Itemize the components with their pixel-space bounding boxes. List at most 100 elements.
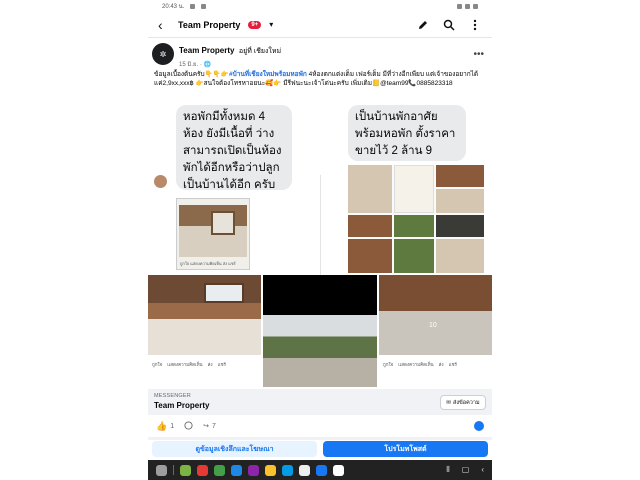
reactions-bar: 👍 1 ↪ 7 (148, 415, 492, 437)
post-location[interactable]: อยู่ที่ เชียงใหม่ (239, 48, 281, 55)
messenger-cta: MESSENGER Team Property ✉ ส่งข้อความ (148, 389, 492, 417)
chrome-icon[interactable] (299, 464, 310, 476)
caption-comment: แสดงความคิดเห็น (398, 362, 434, 367)
photo-grid (348, 165, 484, 273)
path-photo (263, 275, 377, 387)
app-icon[interactable] (180, 464, 191, 476)
caption-like: ถูกใจ (383, 362, 394, 367)
photo-thumb (436, 215, 484, 237)
dining-room-image (379, 275, 492, 355)
notification-icon (190, 3, 196, 9)
send-message-button[interactable]: ✉ ส่งข้อความ (440, 395, 486, 410)
facebook-icon[interactable] (316, 464, 327, 476)
photo-caption: ถูกใจ แสดงความคิดเห็น ส่ง แชร์ (180, 261, 236, 266)
more-options-icon[interactable]: ••• (473, 49, 488, 60)
share-count: 7 (212, 422, 216, 430)
post-author[interactable]: Team Property (179, 46, 234, 55)
app-icon[interactable] (248, 464, 259, 476)
audience-icon[interactable] (474, 421, 484, 431)
maps-icon[interactable] (333, 464, 344, 476)
bedroom-photo: ถูกใจ แสดงความคิดเห็น ส่ง แชร์ (148, 275, 261, 387)
avatar (154, 175, 167, 188)
photo-thumb (348, 165, 392, 213)
view-insights-button[interactable]: ดูข้อมูลเชิงลึกและโฆษณา (152, 441, 317, 457)
boost-post-button[interactable]: โปรโมทโพสต์ (323, 441, 488, 457)
caption-send: ส่ง (207, 362, 213, 367)
room-photo: ถูกใจ แสดงความคิดเห็น ส่ง แชร์ (176, 198, 250, 270)
battery-icon (473, 3, 478, 9)
photo-thumb (436, 165, 484, 187)
app-icon[interactable] (282, 464, 293, 476)
photo-number: 10 (429, 322, 437, 329)
photo-thumb (348, 239, 392, 273)
post-text-intro: ข้อมูลเบื้องต้นครับ👇👇👉 (154, 71, 229, 78)
messenger-label: MESSENGER (154, 393, 191, 399)
home-icon[interactable]: ▢ (462, 465, 470, 475)
photo-thumb (436, 189, 484, 213)
like-group[interactable]: 👍 1 (156, 421, 174, 432)
photo-thumb (394, 239, 434, 273)
caption-share: แชร์ (448, 362, 457, 367)
divider (173, 465, 174, 475)
screen: 20:43 น. ‹ Team Property 9+ ▾ ✲ Team Pro… (0, 0, 640, 480)
comment-group[interactable] (184, 420, 193, 432)
photo-thumb (436, 239, 484, 273)
photo-caption: ถูกใจ แสดงความคิดเห็น ส่ง แชร์ (383, 361, 457, 368)
status-icons (457, 3, 478, 9)
post-actions: ดูข้อมูลเชิงลึกและโฆษณา โปรโมทโพสต์ (148, 440, 492, 460)
photo-collage-top[interactable]: หอพักมีทั้งหมด 4 ห้อง ยังมีเนื้อที่ ว่าง… (148, 105, 492, 341)
notification-badge: 9+ (248, 20, 262, 29)
post-hashtag[interactable]: #บ้านที่เชียงใหม่พร้อมหอพัก (229, 71, 307, 78)
search-icon[interactable] (442, 18, 456, 32)
app-icon[interactable] (197, 464, 208, 476)
window-image (204, 283, 244, 303)
wifi-icon (457, 3, 462, 9)
notification-icon (201, 3, 207, 9)
caption-share: แชร์ (217, 362, 226, 367)
top-bar-actions (416, 18, 482, 32)
share-group[interactable]: ↪ 7 (203, 422, 216, 431)
top-bar: ‹ Team Property 9+ ▾ (148, 12, 492, 38)
back-icon[interactable]: ‹ (481, 465, 484, 475)
chat-bubble-left: หอพักมีทั้งหมด 4 ห้อง ยังมีเนื้อที่ ว่าง… (176, 105, 292, 191)
line-icon[interactable] (214, 464, 225, 476)
photo-caption: ถูกใจ แสดงความคิดเห็น ส่ง แชร์ (152, 361, 226, 368)
status-time: 20:43 น. (162, 4, 185, 10)
back-arrow-icon[interactable]: ‹ (158, 17, 170, 33)
avatar[interactable]: ✲ (152, 43, 174, 65)
chat-bubble-right: เป็นบ้านพักอาศัย พร้อมหอพัก ตั้งราคาขายไ… (348, 105, 466, 161)
chevron-down-icon[interactable]: ▾ (269, 20, 273, 29)
window-image (211, 211, 235, 235)
edit-icon[interactable] (416, 18, 430, 32)
document-photo (394, 165, 434, 213)
photo-thumb (348, 215, 392, 237)
status-bar: 20:43 น. (148, 0, 492, 12)
photo-collage-bottom[interactable]: ถูกใจ แสดงความคิดเห็น ส่ง แชร์ 10 ถูกใจ … (148, 275, 492, 387)
phone-screen: 20:43 น. ‹ Team Property 9+ ▾ ✲ Team Pro… (148, 0, 492, 480)
post-author-block: Team Property อยู่ที่ เชียงใหม่ 15 มิ.ย.… (179, 40, 281, 69)
system-nav: ⦀ ▢ ‹ (446, 465, 484, 475)
recents-icon[interactable]: ⦀ (446, 465, 450, 475)
caption-like: ถูกใจ (152, 362, 163, 367)
app-icon[interactable] (265, 464, 276, 476)
share-icon[interactable]: ↪ (203, 422, 209, 430)
caption-comment: แสดงความคิดเห็น (167, 362, 203, 367)
messenger-icon: ✉ (446, 399, 451, 406)
android-taskbar: ⦀ ▢ ‹ (148, 460, 492, 480)
app-icon[interactable] (231, 464, 242, 476)
caption-send: ส่ง (438, 362, 444, 367)
apps-grid-icon[interactable] (156, 464, 167, 476)
like-count: 1 (170, 422, 175, 430)
more-vertical-icon[interactable] (468, 18, 482, 32)
post-header: ✲ Team Property อยู่ที่ เชียงใหม่ 15 มิ.… (152, 40, 488, 69)
signal-icon (465, 3, 470, 9)
messenger-name: Team Property (154, 401, 210, 410)
post-meta: 15 มิ.ย. · 🌐 (179, 61, 211, 68)
page-title[interactable]: Team Property (178, 20, 240, 30)
photo-thumb (394, 215, 434, 237)
post-text: ข้อมูลเบื้องต้นครับ👇👇👉#บ้านที่เชียงใหม่พ… (154, 70, 484, 88)
send-message-label: ส่งข้อความ (453, 399, 480, 406)
dining-photo: 10 ถูกใจ แสดงความคิดเห็น ส่ง แชร์ (379, 275, 492, 387)
like-icon[interactable]: 👍 (156, 421, 167, 432)
comment-icon[interactable] (184, 420, 193, 432)
